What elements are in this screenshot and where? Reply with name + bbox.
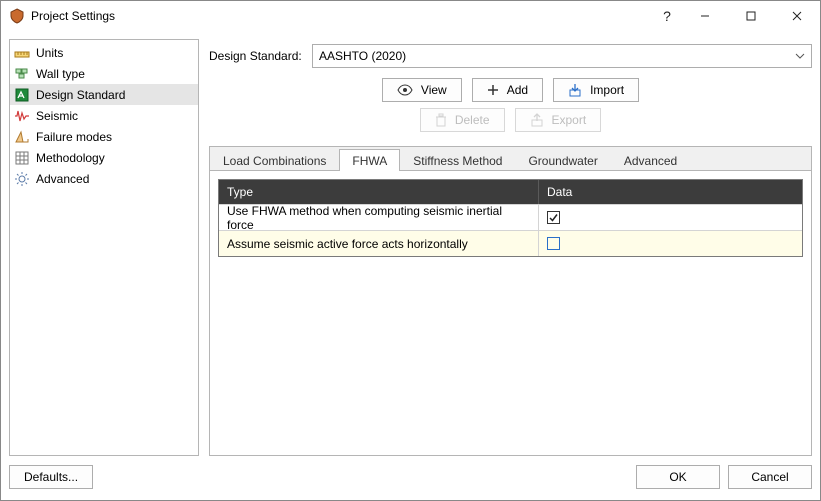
tab-advanced[interactable]: Advanced: [611, 149, 690, 171]
sidebar-item-label: Design Standard: [36, 88, 125, 102]
button-label: Add: [507, 83, 528, 97]
failure-icon: [14, 129, 30, 145]
view-button[interactable]: View: [382, 78, 462, 102]
fhwa-grid: Type Data Use FHWA method when computing…: [218, 179, 803, 257]
minimize-button[interactable]: [682, 1, 728, 31]
ok-button[interactable]: OK: [636, 465, 720, 489]
row-type: Use FHWA method when computing seismic i…: [219, 205, 539, 230]
eye-icon: [397, 84, 413, 96]
trash-icon: [435, 113, 447, 127]
close-button[interactable]: [774, 1, 820, 31]
settings-sidebar: Units Wall type Design Standard Seismic …: [9, 39, 199, 456]
col-header-type: Type: [219, 180, 539, 204]
button-label: Defaults...: [24, 470, 78, 484]
sidebar-item-wall-type[interactable]: Wall type: [10, 63, 198, 84]
help-button[interactable]: ?: [652, 1, 682, 31]
defaults-button[interactable]: Defaults...: [9, 465, 93, 489]
seismic-icon: [14, 108, 30, 124]
col-header-data: Data: [539, 180, 802, 204]
button-label: Import: [590, 83, 624, 97]
methodology-icon: [14, 150, 30, 166]
button-label: View: [421, 83, 447, 97]
sidebar-item-label: Methodology: [36, 151, 105, 165]
button-label: OK: [669, 470, 686, 484]
export-button: Export: [515, 108, 602, 132]
design-standard-value: AASHTO (2020): [319, 49, 406, 63]
export-icon: [530, 113, 544, 127]
tab-label: FHWA: [352, 154, 387, 168]
design-standard-combo[interactable]: AASHTO (2020): [312, 44, 812, 68]
sidebar-item-seismic[interactable]: Seismic: [10, 105, 198, 126]
sidebar-item-failure-modes[interactable]: Failure modes: [10, 126, 198, 147]
sidebar-item-advanced[interactable]: Advanced: [10, 168, 198, 189]
import-button[interactable]: Import: [553, 78, 639, 102]
window-title: Project Settings: [31, 9, 115, 23]
sidebar-item-label: Wall type: [36, 67, 85, 81]
tab-stiffness-method[interactable]: Stiffness Method: [400, 149, 515, 171]
chevron-down-icon: [795, 53, 805, 59]
tab-label: Advanced: [624, 154, 677, 168]
row-checkbox[interactable]: [547, 237, 560, 250]
button-label: Export: [552, 113, 587, 127]
tab-groundwater[interactable]: Groundwater: [515, 149, 610, 171]
tab-load-combinations[interactable]: Load Combinations: [210, 149, 339, 171]
cancel-button[interactable]: Cancel: [728, 465, 812, 489]
sidebar-item-units[interactable]: Units: [10, 42, 198, 63]
sidebar-item-design-standard[interactable]: Design Standard: [10, 84, 198, 105]
button-label: Delete: [455, 113, 490, 127]
table-row: Use FHWA method when computing seismic i…: [219, 204, 802, 230]
row-checkbox[interactable]: [547, 211, 560, 224]
tab-label: Stiffness Method: [413, 154, 502, 168]
tab-fhwa[interactable]: FHWA: [339, 149, 400, 171]
delete-button: Delete: [420, 108, 505, 132]
add-button[interactable]: Add: [472, 78, 543, 102]
import-icon: [568, 83, 582, 97]
sidebar-item-label: Failure modes: [36, 130, 112, 144]
sidebar-item-label: Units: [36, 46, 63, 60]
sidebar-item-label: Advanced: [36, 172, 89, 186]
standard-icon: [14, 87, 30, 103]
design-standard-label: Design Standard:: [209, 49, 304, 63]
tabstrip: Load Combinations FHWA Stiffness Method …: [210, 147, 811, 171]
wall-icon: [14, 66, 30, 82]
tab-label: Groundwater: [528, 154, 597, 168]
ruler-icon: [14, 45, 30, 61]
sidebar-item-methodology[interactable]: Methodology: [10, 147, 198, 168]
sidebar-item-label: Seismic: [36, 109, 78, 123]
table-row: Assume seismic active force acts horizon…: [219, 230, 802, 256]
tab-label: Load Combinations: [223, 154, 326, 168]
app-icon: [9, 8, 25, 24]
button-label: Cancel: [751, 470, 788, 484]
row-type: Assume seismic active force acts horizon…: [219, 231, 539, 256]
plus-icon: [487, 84, 499, 96]
maximize-button[interactable]: [728, 1, 774, 31]
gear-icon: [14, 171, 30, 187]
